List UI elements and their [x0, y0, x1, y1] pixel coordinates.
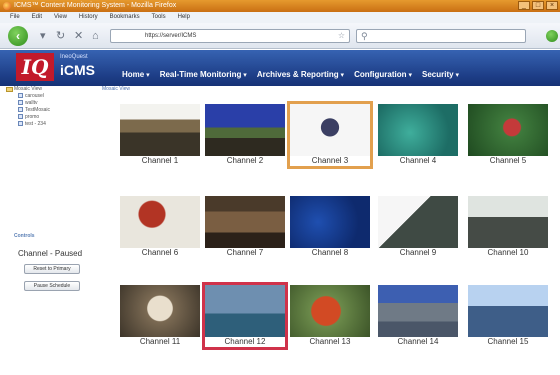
channel-tile[interactable]: Channel 11	[120, 285, 200, 347]
channel-label: Channel 2	[205, 156, 285, 166]
menu-bookmarks[interactable]: Bookmarks	[110, 12, 140, 23]
channel-label: Channel 10	[468, 248, 548, 258]
channel-video-thumbnail	[290, 196, 370, 248]
channel-video-thumbnail	[120, 285, 200, 337]
menu-help[interactable]: Help	[178, 12, 190, 23]
channel-label: Channel 4	[378, 156, 458, 166]
channel-tile[interactable]: Channel 3	[287, 101, 373, 169]
channel-tile[interactable]: Channel 8	[290, 196, 370, 258]
channel-video-thumbnail	[120, 196, 200, 248]
window-title: ICMS™ Content Monitoring System - Mozill…	[14, 2, 177, 9]
stop-icon[interactable]: ✕	[74, 29, 83, 43]
channel-status: Channel - Paused	[18, 249, 83, 258]
brand-subtitle: IneoQuest	[60, 54, 88, 60]
menu-edit[interactable]: Edit	[32, 12, 42, 23]
channel-tile[interactable]: Channel 14	[378, 285, 458, 347]
menu-file[interactable]: File	[10, 12, 20, 23]
channel-tile[interactable]: Channel 5	[468, 104, 548, 166]
iq-logo: IQ	[16, 53, 54, 81]
navigation-toolbar: ‹ ▾ ↻ ✕ ⌂ https://server/ICMS ☆ ⚲	[0, 23, 560, 49]
channel-video-thumbnail	[468, 196, 548, 248]
channel-label: Channel 6	[120, 248, 200, 258]
window-controls: _ □ ×	[518, 1, 558, 10]
bookmark-star-icon[interactable]: ☆	[338, 30, 345, 42]
channel-tile[interactable]: Channel 10	[468, 196, 548, 258]
reset-to-primary-button[interactable]: Reset to Primary	[24, 264, 80, 274]
channel-video-thumbnail	[290, 104, 370, 156]
nav-configuration[interactable]: Configuration	[354, 70, 412, 79]
window-titlebar: ICMS™ Content Monitoring System - Mozill…	[0, 0, 560, 12]
channel-video-thumbnail	[468, 104, 548, 156]
channel-video-thumbnail	[468, 285, 548, 337]
channel-video-thumbnail	[205, 196, 285, 248]
tree-item-test-234[interactable]: test - 234	[18, 121, 46, 127]
pause-schedule-button[interactable]: Pause Schedule	[24, 281, 80, 291]
channel-label: Channel 15	[468, 337, 548, 347]
tree-item-carousel[interactable]: carousel	[18, 93, 44, 99]
nav-real-time-monitoring[interactable]: Real-Time Monitoring	[160, 70, 247, 79]
channel-label: Channel 9	[378, 248, 458, 258]
channel-tile[interactable]: Channel 9	[378, 196, 458, 258]
channel-video-thumbnail	[378, 196, 458, 248]
channel-tile[interactable]: Channel 2	[205, 104, 285, 166]
channel-video-thumbnail	[205, 285, 285, 337]
nav-security[interactable]: Security	[422, 70, 459, 79]
nav-archives-reporting[interactable]: Archives & Reporting	[257, 70, 344, 79]
tree-item-walltv[interactable]: walltv	[18, 100, 38, 106]
channel-label: Channel 11	[120, 337, 200, 347]
minimize-button[interactable]: _	[518, 1, 530, 10]
channel-video-thumbnail	[205, 104, 285, 156]
channel-label: Channel 12	[205, 337, 285, 347]
channel-tile[interactable]: Channel 12	[202, 282, 288, 350]
tree-root-mosaic-view[interactable]: Mosaic View	[14, 86, 42, 92]
mosaic-icon	[18, 93, 23, 99]
firefox-icon	[3, 2, 11, 10]
channel-tile[interactable]: Channel 13	[290, 285, 370, 347]
channel-tile[interactable]: Channel 6	[120, 196, 200, 258]
url-text: https://server/ICMS	[145, 33, 197, 39]
main-navigation: Home Real-Time Monitoring Archives & Rep…	[122, 70, 459, 79]
forward-icon[interactable]: ▾	[40, 29, 46, 43]
tree-item-promo[interactable]: promo	[18, 114, 39, 120]
mosaic-view-title: Mosaic View	[102, 86, 130, 92]
channel-video-thumbnail	[378, 104, 458, 156]
close-button[interactable]: ×	[546, 1, 558, 10]
channel-label: Channel 13	[290, 337, 370, 347]
channel-tile[interactable]: Channel 7	[205, 196, 285, 258]
channel-label: Channel 14	[378, 337, 458, 347]
folder-icon	[6, 87, 13, 92]
brand-name: iCMS	[60, 62, 95, 78]
channel-label: Channel 7	[205, 248, 285, 258]
channel-label: Channel 8	[290, 248, 370, 258]
reload-icon[interactable]: ↻	[56, 29, 65, 43]
mosaic-icon	[18, 121, 23, 127]
channel-label: Channel 1	[120, 156, 200, 166]
maximize-button[interactable]: □	[532, 1, 544, 10]
search-icon: ⚲	[361, 31, 368, 41]
channel-tile[interactable]: Channel 15	[468, 285, 548, 347]
nav-home[interactable]: Home	[122, 70, 150, 79]
addon-status-icon[interactable]	[546, 30, 558, 42]
channel-video-thumbnail	[290, 285, 370, 337]
menu-view[interactable]: View	[54, 12, 67, 23]
channel-video-thumbnail	[120, 104, 200, 156]
channel-label: Channel 3	[290, 156, 370, 166]
channel-video-thumbnail	[378, 285, 458, 337]
mosaic-icon	[18, 107, 23, 113]
search-bar[interactable]: ⚲	[356, 29, 526, 43]
controls-heading: Controls	[14, 233, 35, 239]
back-button[interactable]: ‹	[8, 26, 28, 46]
menu-history[interactable]: History	[79, 12, 98, 23]
channel-label: Channel 5	[468, 156, 548, 166]
mosaic-icon	[18, 114, 23, 120]
sidebar	[0, 86, 96, 375]
url-bar[interactable]: https://server/ICMS ☆	[110, 29, 350, 43]
channel-tile[interactable]: Channel 4	[378, 104, 458, 166]
tree-item-testmosaic[interactable]: TestMosaic	[18, 107, 50, 113]
menu-bar: File Edit View History Bookmarks Tools H…	[0, 12, 560, 23]
mosaic-icon	[18, 100, 23, 106]
home-icon[interactable]: ⌂	[92, 29, 99, 43]
menu-tools[interactable]: Tools	[152, 12, 166, 23]
channel-tile[interactable]: Channel 1	[120, 104, 200, 166]
